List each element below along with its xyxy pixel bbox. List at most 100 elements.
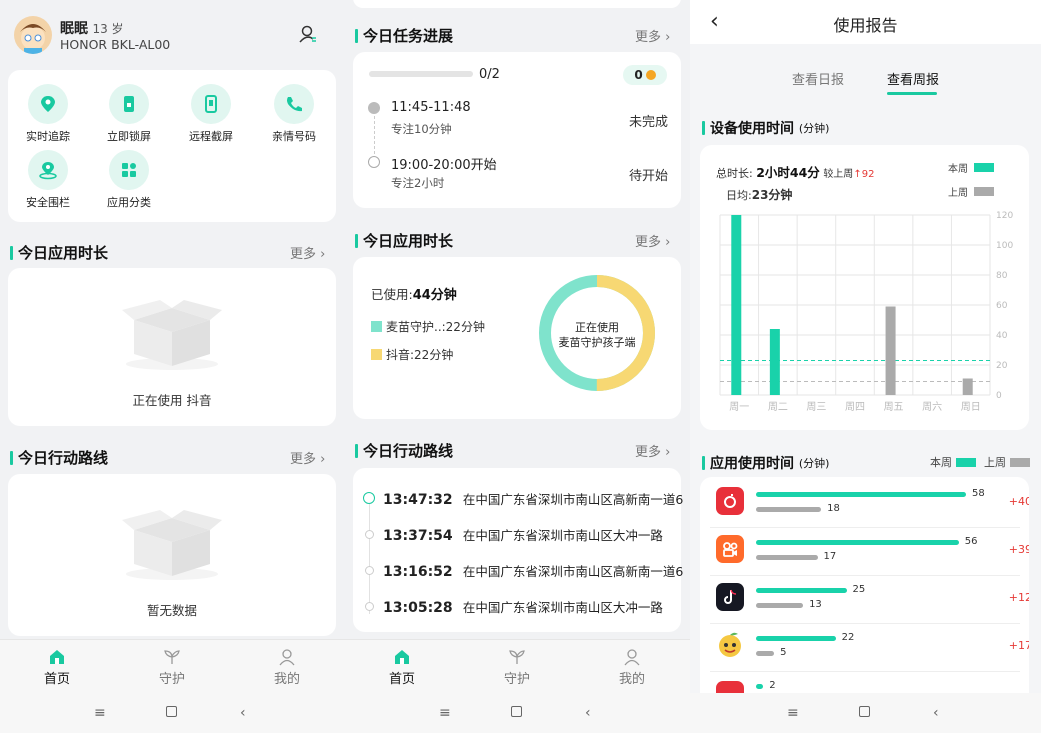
bar-previous <box>756 651 775 656</box>
app-row[interactable]: 56 17 +39 <box>710 529 1029 577</box>
phone-call-icon[interactable] <box>274 84 314 124</box>
category-icon[interactable] <box>109 150 149 190</box>
nav-label: 我的 <box>618 672 645 687</box>
nav-home[interactable]: 首页 <box>367 646 437 687</box>
app-row[interactable]: 25 13 +12 <box>710 577 1029 625</box>
route-item[interactable]: 13:05:28 在中国广东省深圳市南山区大冲一路 <box>383 597 663 616</box>
value-diff: +17 <box>1008 639 1029 652</box>
legend-previous: 上周 <box>948 184 994 199</box>
home-panel-2: 今日任务进展 更多 › 0/2 0 11:45-11:48 专注10分钟 未完成… <box>345 0 690 733</box>
legend-label: 本周 <box>948 164 968 175</box>
home-square-icon[interactable] <box>166 706 177 717</box>
route-dot <box>365 566 374 575</box>
nav-label: 我的 <box>273 672 300 687</box>
route-item[interactable]: 13:37:54 在中国广东省深圳市南山区大冲一路 <box>383 525 663 544</box>
menu-icon[interactable]: ≡ <box>787 705 799 721</box>
feature-label: 立即锁屏 <box>107 130 151 143</box>
feature-label: 实时追踪 <box>26 130 70 143</box>
section-title-app-usage: 应用使用时间 (分钟) <box>702 453 829 473</box>
back-icon[interactable]: ‹ <box>240 705 246 721</box>
legend-label: 上周 <box>948 188 968 199</box>
y-tick-label: 100 <box>996 241 1013 251</box>
nav-home[interactable]: 首页 <box>22 646 92 687</box>
value-diff: +40 <box>1008 495 1029 508</box>
legend-label: 本周 <box>930 456 952 469</box>
feature-label: 亲情号码 <box>272 130 316 143</box>
nav-mine[interactable]: 我的 <box>252 646 322 687</box>
tab-active-indicator <box>887 92 937 95</box>
home-square-icon[interactable] <box>859 706 870 717</box>
legend-swatch <box>974 163 994 172</box>
sprout-icon <box>482 646 552 668</box>
section-title-app-time: 今日应用时长 <box>10 242 108 263</box>
back-icon[interactable]: ‹ <box>585 705 591 721</box>
location-pin-icon[interactable] <box>28 84 68 124</box>
app-row[interactable]: 22 5 +17 <box>710 625 1029 673</box>
bottom-nav: 首页 守护 我的 <box>0 639 345 693</box>
row-divider <box>710 527 1020 528</box>
coin-count: 0 <box>634 68 643 82</box>
legend-swatch <box>974 187 994 196</box>
fence-icon[interactable] <box>28 150 68 190</box>
bar-current <box>756 492 966 497</box>
value-previous: 17 <box>823 551 837 562</box>
app-usage-card: 58 18 +40 56 17 +39 25 13 +12 22 5 +17 2 <box>700 477 1029 707</box>
bar-current <box>756 684 764 689</box>
person-icon <box>597 646 667 668</box>
task-status: 未完成 <box>629 115 669 130</box>
value-current: 25 <box>852 584 866 595</box>
home-square-icon[interactable] <box>511 706 522 717</box>
menu-icon[interactable]: ≡ <box>439 705 451 721</box>
nav-guard[interactable]: 守护 <box>482 646 552 687</box>
coin-badge[interactable]: 0 <box>623 65 667 85</box>
tab-daily[interactable]: 查看日报 <box>792 69 844 88</box>
app-row[interactable]: 58 18 +40 <box>710 481 1029 529</box>
screenshot-icon[interactable] <box>191 84 231 124</box>
section-title-app-time: 今日应用时长 <box>355 230 453 251</box>
bar-current <box>756 540 959 545</box>
back-icon[interactable]: ‹ <box>933 705 939 721</box>
feature-label: 安全围栏 <box>26 196 70 209</box>
bar-previous <box>756 507 822 512</box>
total-value: 2小时44分 <box>756 165 820 180</box>
used-label: 已使用: <box>371 287 413 302</box>
section-title-device: 设备使用时间 (分钟) <box>702 118 829 138</box>
device-name: HONOR BKL-AL00 <box>60 37 171 52</box>
more-link[interactable]: 更多 › <box>290 243 325 262</box>
route-item[interactable]: 13:47:32 在中国广东省深圳市南山区高新南一道6 <box>383 489 683 508</box>
menu-icon[interactable]: ≡ <box>94 705 106 721</box>
user-name: 眠眠 <box>60 21 88 37</box>
value-current: 56 <box>964 536 978 547</box>
legend-label: 上周 <box>984 456 1006 469</box>
more-link[interactable]: 更多 › <box>635 26 670 45</box>
fruit-game-icon <box>716 631 744 659</box>
route-item[interactable]: 13:16:52 在中国广东省深圳市南山区高新南一道6 <box>383 561 683 580</box>
douyin-icon <box>716 583 744 611</box>
x-tick-label: 周二 <box>768 401 788 413</box>
device-chart-card: 总时长: 2小时44分 较上周↑92 日均:23分钟 本周 上周 0 20 40 60… <box>700 145 1029 430</box>
sprout-icon <box>137 646 207 668</box>
total-label: 总时长: <box>716 167 753 180</box>
nav-guard[interactable]: 守护 <box>137 646 207 687</box>
tab-weekly[interactable]: 查看周报 <box>887 69 939 88</box>
y-tick-label: 0 <box>996 391 1002 401</box>
nav-mine[interactable]: 我的 <box>597 646 667 687</box>
more-link[interactable]: 更多 › <box>635 231 670 250</box>
legend-label: 麦苗守护..:22分钟 <box>386 320 485 334</box>
more-link[interactable]: 更多 › <box>635 441 670 460</box>
weekly-bar-chart: 0 20 40 60 80 100 120 周一 周二 周三 周四 周五 周六 周日 <box>719 211 1013 413</box>
system-nav-bar: ≡ ‹ <box>0 693 345 733</box>
netease-music-icon <box>716 487 744 515</box>
more-link[interactable]: 更多 › <box>290 448 325 467</box>
legend-label: 抖音:22分钟 <box>386 348 454 362</box>
avg-value: 23分钟 <box>751 188 793 202</box>
task-card: 0/2 0 11:45-11:48 专注10分钟 未完成 19:00-20:00… <box>353 52 681 208</box>
phone-lock-icon[interactable] <box>109 84 149 124</box>
avatar[interactable] <box>14 16 52 54</box>
legend-swatch <box>371 321 382 332</box>
bar-current <box>731 215 742 395</box>
task-desc: 专注10分钟 <box>391 122 452 136</box>
switch-child-icon[interactable] <box>298 24 318 48</box>
bar-previous <box>756 603 804 608</box>
task-time: 11:45-11:48 <box>391 100 471 115</box>
